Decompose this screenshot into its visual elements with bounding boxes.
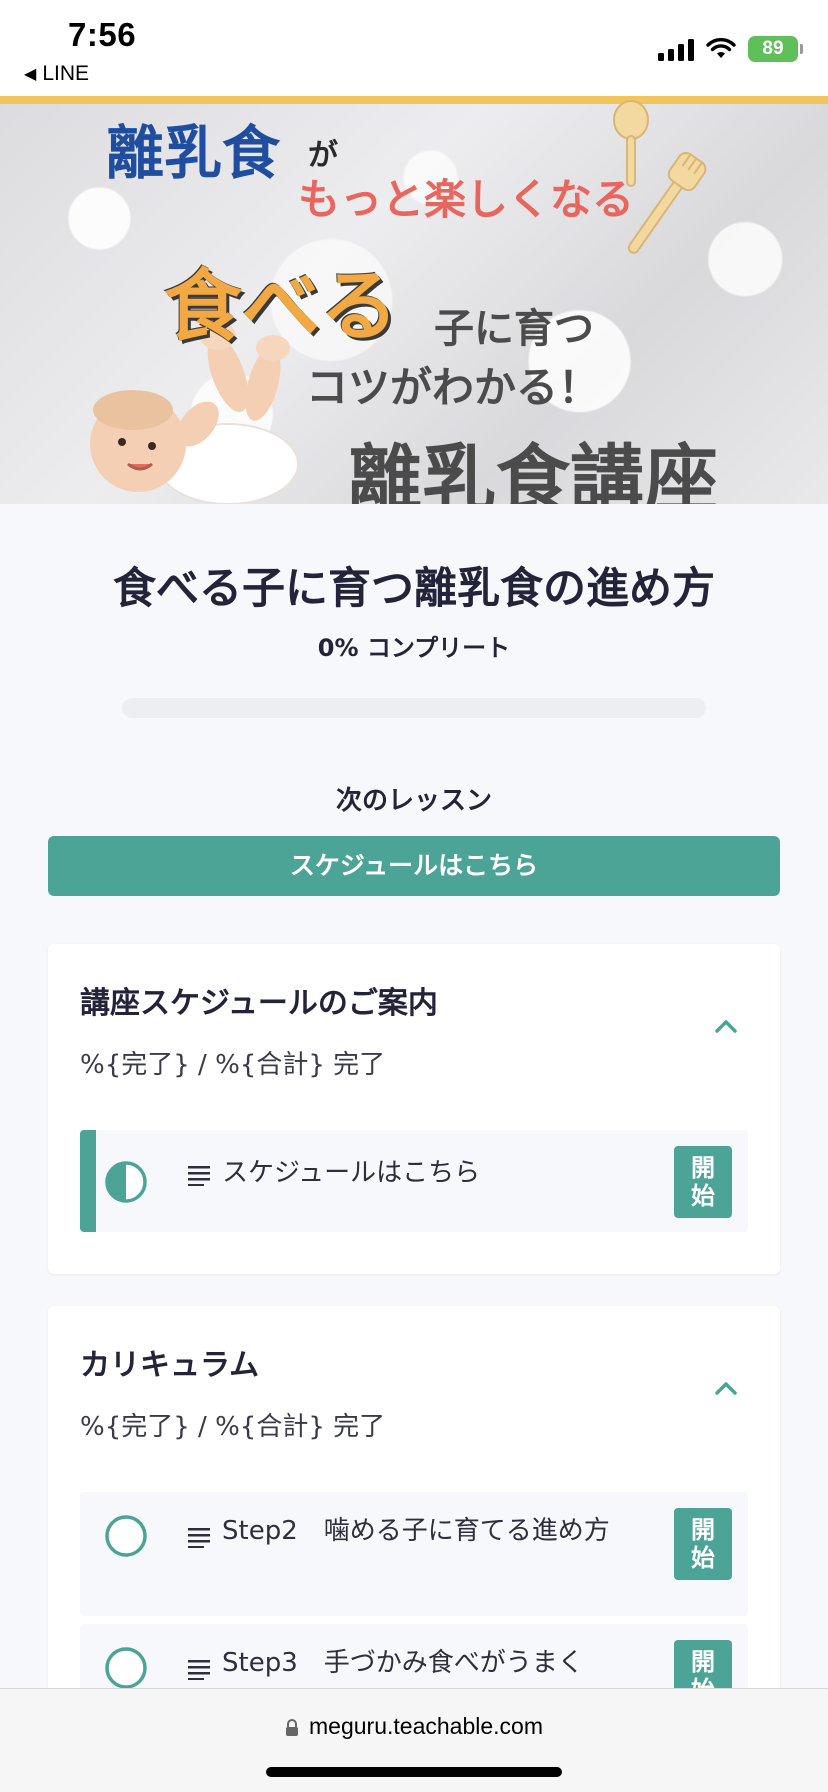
section-card-curriculum: カリキュラム %{完了} / %{合計} 完了 Step2 噛める子に育てる進め… (48, 1306, 780, 1726)
start-lesson-button[interactable]: 開始 (674, 1508, 732, 1580)
browser-url-bar[interactable]: meguru.teachable.com (0, 1688, 828, 1792)
section-progress: %{完了} / %{合計} 完了 (80, 1050, 386, 1080)
text-lesson-icon (188, 1528, 210, 1548)
url-text: meguru.teachable.com (309, 1713, 543, 1739)
lesson-row[interactable]: スケジュールはこちら 開始 (80, 1130, 748, 1232)
status-bar: 7:56 ◀ LINE 89 (0, 0, 828, 96)
back-to-app-button[interactable]: ◀ LINE (24, 62, 89, 86)
banner-heading-kotsu: コツがわかる！ (306, 363, 601, 412)
banner-heading-koza: 離乳食講座 (348, 437, 718, 504)
lesson-title: スケジュールはこちら (222, 1158, 481, 1188)
text-lesson-icon (188, 1660, 210, 1680)
status-time: 7:56 (68, 16, 137, 53)
chevron-up-icon[interactable] (714, 1380, 738, 1396)
next-lesson-button[interactable]: スケジュールはこちら (48, 836, 780, 896)
banner-tagline: もっと楽しくなる (298, 175, 635, 224)
battery-icon: 89 (748, 36, 803, 62)
lesson-title: Step3 手づかみ食べがうまく (222, 1648, 584, 1678)
next-lesson-label: 次のレッスン (335, 786, 492, 816)
course-banner-image: 離乳食 が もっと楽しくなる 食べる 子に育つ コツがわかる！ 離乳食講座 (0, 96, 828, 504)
back-triangle-icon: ◀ (24, 66, 37, 83)
battery-level: 89 (762, 38, 784, 59)
banner-heading-kodatsu: 子に育つ (434, 306, 594, 352)
banner-heading-taberu: 食べる (164, 262, 399, 352)
wifi-icon (706, 38, 736, 60)
start-lesson-button[interactable]: 開始 (674, 1146, 732, 1218)
section-title: カリキュラム (80, 1348, 260, 1383)
section-title: 講座スケジュールのご案内 (80, 986, 438, 1021)
text-lesson-icon (188, 1166, 210, 1186)
home-indicator (266, 1767, 562, 1777)
lesson-row[interactable]: Step2 噛める子に育てる進め方 開始 (80, 1492, 748, 1616)
section-progress: %{完了} / %{合計} 完了 (80, 1412, 386, 1442)
url-display[interactable]: meguru.teachable.com (0, 1713, 828, 1740)
section-card-schedule: 講座スケジュールのご案内 %{完了} / %{合計} 完了 スケジュールはこちら… (48, 944, 780, 1274)
not-started-circle-icon (105, 1515, 147, 1557)
cellular-signal-icon (658, 37, 694, 61)
course-title: 食べる子に育つ離乳食の進め方 (113, 564, 715, 614)
back-app-label: LINE (42, 62, 89, 85)
banner-heading-rinyushoku: 離乳食 (106, 119, 281, 187)
banner-stripe (0, 96, 828, 104)
not-started-circle-icon (105, 1647, 147, 1689)
lock-icon (286, 1719, 299, 1736)
chevron-up-icon[interactable] (714, 1018, 738, 1034)
progress-bar (122, 698, 706, 718)
progress-text: 0% コンプリート (317, 634, 511, 662)
half-progress-icon (105, 1161, 147, 1203)
lesson-title: Step2 噛める子に育てる進め方 (222, 1516, 610, 1546)
